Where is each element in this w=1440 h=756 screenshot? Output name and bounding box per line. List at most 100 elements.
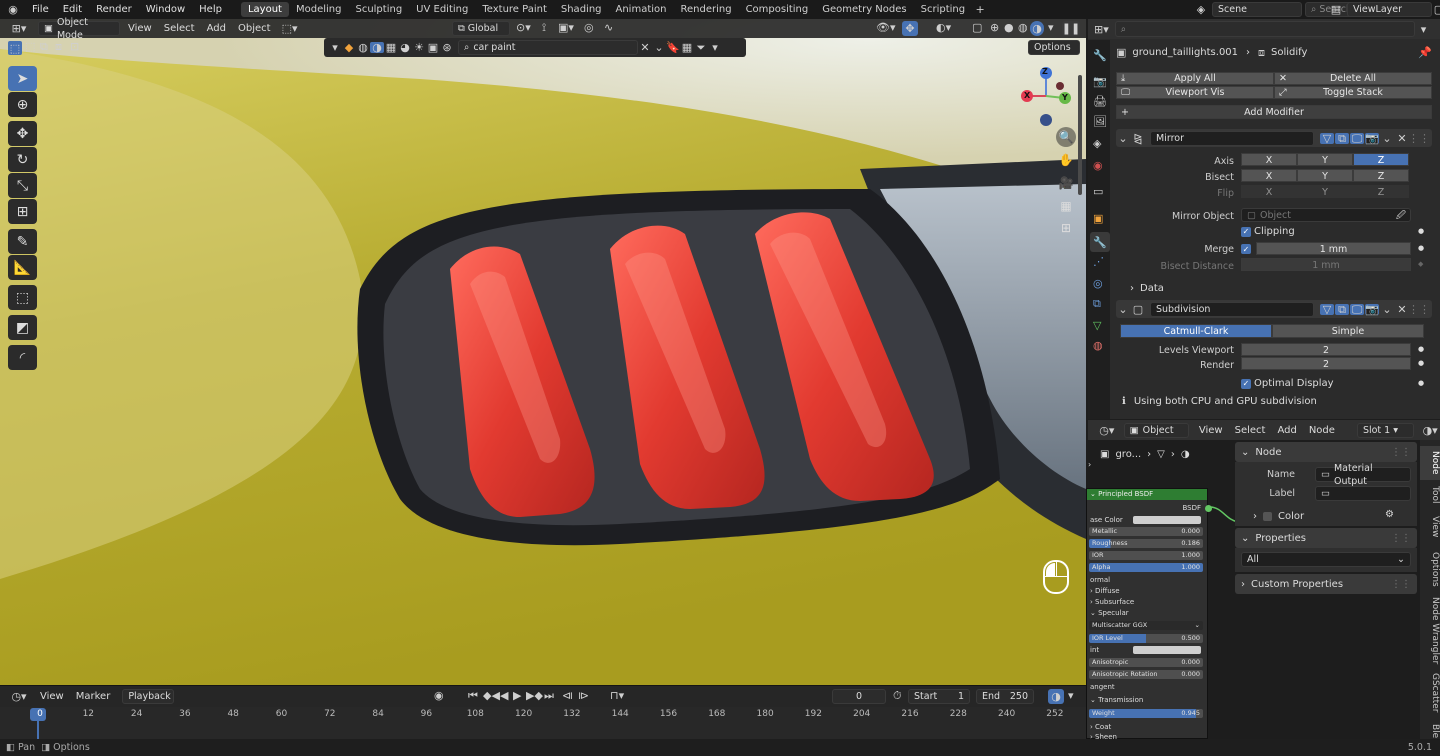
blender-logo-icon[interactable]: ◉ (3, 4, 23, 15)
tab-animation[interactable]: Animation (609, 2, 674, 17)
current-frame-field[interactable]: 0 (832, 689, 886, 704)
viewport-scrollbar[interactable] (1078, 75, 1082, 195)
metallic-slider[interactable]: Metallic 0.000 (1089, 527, 1203, 536)
mode-selector[interactable]: ▣ Object Mode (38, 17, 120, 41)
roughness-slider[interactable]: Roughness 0.186 (1089, 539, 1203, 548)
sheen-row[interactable]: › Sheen (1087, 732, 1209, 742)
alpha-slider[interactable]: Alpha 1.000 (1089, 563, 1203, 572)
vp-menu-select[interactable]: Select (164, 23, 195, 34)
visibility-icon[interactable]: 👁▾ (876, 22, 896, 33)
tool-move[interactable]: ✥ (8, 121, 37, 146)
data-subpanel[interactable]: › Data (1130, 283, 1164, 294)
add-workspace-icon[interactable]: + (972, 4, 988, 15)
navigation-gizmo[interactable]: Z X Y (1020, 66, 1076, 126)
node-menu-node[interactable]: Node (1309, 425, 1335, 436)
tool-extra-b[interactable]: ◜ (8, 345, 37, 370)
vp-menu-view[interactable]: View (128, 23, 152, 34)
subdivision-modifier-header[interactable]: ⌄ ▢ Subdivision ▽ ⧉ 🖵 📷 ⌄ ✕ ⋮⋮ (1116, 300, 1432, 318)
3d-viewport[interactable] (0, 19, 1086, 685)
properties-editor-icon[interactable]: ⊞▾ (1094, 24, 1109, 35)
jump-key-back-icon[interactable]: ◆◀ (483, 690, 500, 701)
play-reverse-icon[interactable]: ◀ (500, 690, 508, 701)
clear-search-icon[interactable]: ✕ (638, 42, 652, 53)
mirror-viewport-icon[interactable]: 🖵 (1350, 132, 1364, 144)
node-panel-drag-icon[interactable]: ⋮⋮ (1391, 447, 1411, 458)
node-panel-header[interactable]: ⌄ Node ⋮⋮ (1235, 442, 1417, 462)
select-subtract-icon[interactable]: ⧈ (55, 41, 62, 52)
filter-texture-icon[interactable]: ▦ (384, 42, 398, 53)
zoom-button[interactable]: 🔍 (1056, 127, 1076, 147)
tool-measure[interactable]: 📐 (8, 255, 37, 280)
remove-view-layer-icon[interactable]: ▢ (1432, 4, 1440, 15)
tab-gscatter[interactable]: GScatter (1420, 670, 1440, 716)
merge-check-icon[interactable]: ✓ (1241, 244, 1251, 254)
view-layer-icon[interactable]: ▤ (1325, 4, 1347, 15)
timeline-overlay-dropdown-icon[interactable]: ▾ (1068, 690, 1074, 701)
bisect-x-button[interactable]: X (1241, 169, 1297, 182)
tab-layout[interactable]: Layout (240, 2, 289, 17)
collection-tab-icon[interactable]: ▭ (1093, 186, 1103, 197)
proportional-edit-icon[interactable]: ◎ (584, 22, 594, 33)
filter-world-icon[interactable]: ◕ (398, 42, 412, 53)
bsdf-header[interactable]: ⌄ Principled BSDF (1087, 489, 1207, 500)
mirror-name-field[interactable]: Mirror (1150, 130, 1314, 146)
shader-type-dropdown[interactable]: ▣ Object (1123, 422, 1189, 438)
tool-add-cube[interactable]: ⬚ (8, 285, 37, 310)
transform-orientation[interactable]: ⧉ Global (452, 21, 510, 36)
subdivision-name-field[interactable]: Subdivision (1150, 301, 1314, 317)
subdivision-edit-mode-icon[interactable]: ▽ (1320, 303, 1334, 315)
bisect-distance-field[interactable]: 1 mm (1241, 258, 1411, 271)
catmull-clark-button[interactable]: Catmull-Clark (1120, 324, 1272, 338)
tab-shading[interactable]: Shading (554, 2, 609, 17)
slot-dropdown[interactable]: Slot 1 ▾ (1356, 422, 1415, 438)
menu-help[interactable]: Help (192, 4, 229, 15)
tool-select-box[interactable]: ➤ (8, 66, 37, 91)
tab-geometry-nodes[interactable]: Geometry Nodes (815, 2, 913, 17)
tab-node-wrangler[interactable]: Node Wrangler (1420, 596, 1440, 666)
flip-z-button[interactable]: Z (1353, 185, 1409, 198)
anisotropic-slider[interactable]: Anisotropic 0.000 (1089, 658, 1203, 667)
sort-icon[interactable]: ⌄ (652, 42, 666, 53)
view-layer-field[interactable]: ViewLayer (1347, 2, 1432, 17)
particles-tab-icon[interactable]: ⋰ (1093, 256, 1104, 267)
timeline-editor-icon[interactable]: ◷▾ (6, 691, 32, 702)
node-color-row[interactable]: › Color (1253, 511, 1304, 522)
tab-sculpting[interactable]: Sculpting (348, 2, 409, 17)
world-tab-icon[interactable]: ◉ (1093, 160, 1103, 171)
play-icon[interactable]: ▶ (513, 690, 521, 701)
pan-button[interactable]: ✋ (1056, 150, 1076, 170)
principled-bsdf-node[interactable]: ⌄ Principled BSDF BSDF ase Color Metalli… (1086, 488, 1212, 742)
render-levels-field[interactable]: 2 (1241, 357, 1411, 370)
overlay-icon[interactable]: ◐▾ (936, 22, 951, 33)
subdivision-render-icon[interactable]: 📷 (1365, 303, 1379, 315)
tab-rendering[interactable]: Rendering (673, 2, 738, 17)
node-name-field[interactable]: ▭ Material Output (1315, 463, 1411, 487)
vp-menu-object[interactable]: Object (238, 23, 271, 34)
tool-scale[interactable]: ⤡ (8, 173, 37, 198)
optimal-keyframe-icon[interactable]: ● (1418, 379, 1424, 387)
tool-transform[interactable]: ⊞ (8, 199, 37, 224)
toggle-stack-button[interactable]: ⤢ Toggle Stack (1274, 86, 1432, 99)
material-browse-icon[interactable]: ◑▾ (1420, 425, 1440, 436)
subdivision-remove-icon[interactable]: ✕ (1395, 304, 1409, 315)
data-tab-icon[interactable]: ▽ (1093, 320, 1101, 331)
mirror-menu-icon[interactable]: ⌄ (1381, 133, 1393, 144)
diffuse-row[interactable]: › Diffuse (1087, 586, 1209, 596)
record-icon[interactable]: ◉ (434, 690, 444, 701)
custom-properties-header[interactable]: › Custom Properties ⋮⋮ (1235, 574, 1417, 594)
material-shading-icon[interactable]: ◍ (1018, 22, 1028, 33)
tab-texture-paint[interactable]: Texture Paint (475, 2, 554, 17)
subsurface-row[interactable]: › Subsurface (1087, 597, 1209, 607)
subdivision-collapse-icon[interactable]: ⌄ (1116, 304, 1130, 315)
camera-view-button[interactable]: 🎥 (1056, 173, 1076, 193)
tool-extra-a[interactable]: ◩ (8, 315, 37, 340)
start-frame-field[interactable]: Start 1 (908, 689, 970, 704)
properties-filter-dropdown[interactable]: All ⌄ (1241, 552, 1411, 567)
axis-y-button[interactable]: Y (1297, 153, 1353, 166)
falloff-icon[interactable]: ∿ (604, 22, 613, 33)
tab-tool[interactable]: Tool (1420, 482, 1440, 508)
viewport-vis-button[interactable]: 🖵 Viewport Vis (1116, 86, 1274, 99)
clipping-keyframe-icon[interactable]: ● (1418, 227, 1424, 235)
filter-object-icon[interactable]: ◑ (370, 42, 384, 53)
timeline-menu-marker[interactable]: Marker (76, 691, 111, 702)
